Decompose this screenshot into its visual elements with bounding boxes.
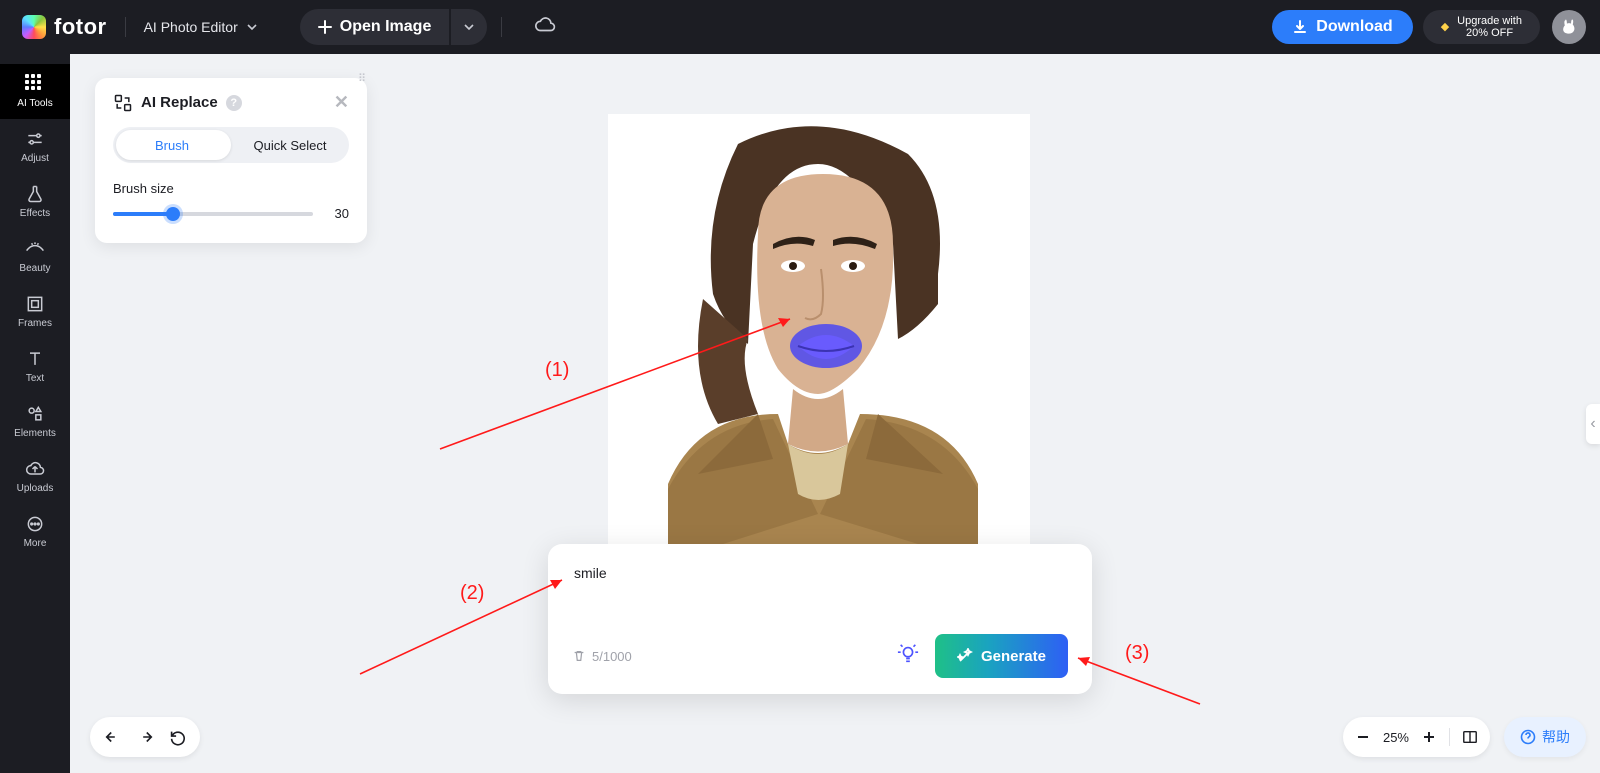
right-edge-handle[interactable]: ‹	[1586, 404, 1600, 444]
upload-icon	[25, 459, 45, 479]
more-icon	[25, 514, 45, 534]
canvas-image[interactable]	[608, 114, 1030, 544]
sidebar-item-adjust[interactable]: Adjust	[0, 119, 70, 174]
svg-text:(3): (3)	[1125, 642, 1149, 664]
sidebar-label: Adjust	[21, 153, 49, 164]
prompt-panel: 5/1000 Generate	[548, 544, 1092, 694]
upgrade-line2: 20% OFF	[1466, 27, 1513, 39]
chevron-down-icon	[463, 21, 475, 33]
svg-text:(1): (1)	[545, 359, 569, 381]
sidebar-label: Effects	[20, 208, 50, 219]
brand-name: fotor	[54, 14, 107, 40]
sidebar-item-beauty[interactable]: Beauty	[0, 229, 70, 284]
zoom-in-icon[interactable]	[1421, 729, 1437, 745]
sidebar-label: AI Tools	[17, 98, 52, 109]
sidebar-label: More	[24, 538, 47, 549]
char-counter: 5/1000	[572, 649, 632, 664]
download-label: Download	[1316, 18, 1392, 36]
brush-size-slider[interactable]	[113, 212, 313, 216]
zoom-value: 25%	[1383, 730, 1409, 745]
help-label: 帮助	[1542, 727, 1570, 747]
eye-icon	[25, 239, 45, 259]
help-circle-icon	[1520, 729, 1536, 745]
mode-label: AI Photo Editor	[144, 19, 238, 35]
redo-icon[interactable]	[136, 728, 154, 746]
grid-icon	[25, 74, 45, 94]
brush-size-value: 30	[325, 206, 349, 221]
seg-quick-select-option[interactable]: Quick Select	[231, 127, 349, 163]
magic-wand-icon	[957, 648, 973, 664]
flask-icon	[25, 184, 45, 204]
sidebar-item-uploads[interactable]: Uploads	[0, 449, 70, 504]
upgrade-line1: Upgrade with	[1457, 15, 1522, 27]
left-sidebar: AI Tools Adjust Effects Beauty Frames Te…	[0, 54, 70, 773]
upgrade-button[interactable]: ◆ Upgrade with 20% OFF	[1423, 10, 1540, 44]
ai-replace-panel: ⠿ AI Replace ? ✕ Brush Quick Select Brus…	[95, 78, 367, 243]
sidebar-item-ai-tools[interactable]: AI Tools	[0, 64, 70, 119]
idea-button[interactable]	[897, 643, 919, 670]
open-image-label: Open Image	[340, 18, 432, 36]
shapes-icon	[25, 404, 45, 424]
sidebar-label: Frames	[18, 318, 52, 329]
brand-logo[interactable]: fotor	[22, 14, 107, 40]
ai-replace-icon	[113, 93, 133, 113]
download-icon	[1292, 19, 1308, 35]
sidebar-item-elements[interactable]: Elements	[0, 394, 70, 449]
generate-label: Generate	[981, 648, 1046, 665]
zoom-out-icon[interactable]	[1355, 729, 1371, 745]
user-avatar[interactable]	[1552, 10, 1586, 44]
svg-text:(2): (2)	[460, 582, 484, 604]
lightbulb-icon	[897, 643, 919, 665]
prompt-input[interactable]	[572, 564, 1068, 582]
text-icon	[25, 349, 45, 369]
close-panel-button[interactable]: ✕	[334, 92, 349, 113]
sidebar-item-text[interactable]: Text	[0, 339, 70, 394]
trash-icon[interactable]	[572, 649, 586, 663]
panel-title: AI Replace	[141, 94, 218, 111]
diamond-icon: ◆	[1441, 21, 1449, 33]
canvas-area[interactable]: ⠿ AI Replace ? ✕ Brush Quick Select Brus…	[70, 54, 1600, 773]
reset-icon[interactable]	[168, 728, 186, 746]
app-header: fotor AI Photo Editor Open Image Downloa…	[0, 0, 1600, 54]
open-image-dropdown[interactable]	[451, 9, 487, 45]
drag-handle-icon[interactable]: ⠿	[358, 72, 367, 85]
brush-size-label: Brush size	[113, 181, 349, 196]
generate-button[interactable]: Generate	[935, 634, 1068, 678]
open-image-button[interactable]: Open Image	[300, 9, 450, 45]
slider-thumb[interactable]	[166, 207, 180, 221]
frame-icon	[25, 294, 45, 314]
undo-icon[interactable]	[104, 728, 122, 746]
plus-icon	[318, 20, 332, 34]
chevron-down-icon	[246, 21, 258, 33]
sliders-icon	[25, 129, 45, 149]
rabbit-icon	[1559, 17, 1579, 37]
mode-dropdown[interactable]: AI Photo Editor	[144, 19, 258, 35]
sidebar-label: Beauty	[19, 263, 50, 274]
sidebar-label: Uploads	[17, 483, 54, 494]
help-button[interactable]: 帮助	[1504, 717, 1586, 757]
compare-icon[interactable]	[1462, 729, 1478, 745]
seg-brush-option[interactable]: Brush	[113, 127, 231, 163]
zoom-toolbar: 25%	[1343, 717, 1490, 757]
cloud-sync-button[interactable]	[534, 14, 556, 41]
sidebar-label: Text	[26, 373, 44, 384]
sidebar-item-frames[interactable]: Frames	[0, 284, 70, 339]
help-icon[interactable]: ?	[226, 95, 242, 111]
portrait-illustration	[608, 114, 1030, 544]
sidebar-item-more[interactable]: More	[0, 504, 70, 559]
selection-mode-segment: Brush Quick Select	[113, 127, 349, 163]
history-toolbar	[90, 717, 200, 757]
cloud-icon	[534, 14, 556, 36]
download-button[interactable]: Download	[1272, 10, 1412, 44]
sidebar-item-effects[interactable]: Effects	[0, 174, 70, 229]
logo-mark-icon	[22, 15, 46, 39]
sidebar-label: Elements	[14, 428, 56, 439]
